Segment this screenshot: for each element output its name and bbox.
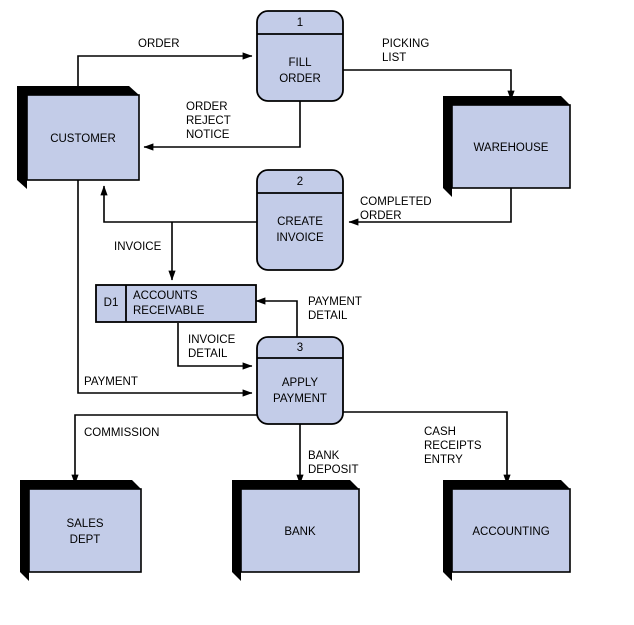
process-3-number: 3 <box>297 342 303 354</box>
flow-label-invoice-detail-line2: DETAIL <box>188 348 228 360</box>
flow-label-bank-deposit-line1: BANK <box>308 450 340 462</box>
data-store-d1-label-line2: RECEIVABLE <box>133 305 205 317</box>
flow-label-reject-line1: ORDER <box>186 101 228 113</box>
flow-label-cash-line1: CASH <box>424 426 456 438</box>
flow-completed-order: COMPLETED ORDER <box>348 188 512 226</box>
flow-label-cash-line2: RECEIPTS <box>424 440 482 452</box>
flow-label-picking-list-line2: LIST <box>382 52 406 64</box>
process-apply-payment[interactable]: 3 APPLY PAYMENT <box>256 336 344 425</box>
process-1-label-line2: ORDER <box>279 73 321 85</box>
flow-invoice: INVOICE <box>100 185 257 281</box>
flow-picking-list: PICKING LIST <box>343 38 515 101</box>
entity-sales-dept-label-line2: DEPT <box>70 534 101 546</box>
flow-label-bank-deposit-line2: DEPOSIT <box>308 464 358 476</box>
flow-order-reject-notice: ORDER REJECT NOTICE <box>143 101 301 151</box>
diagram-canvas: ORDER PICKING LIST ORDER REJECT NOTICE C… <box>0 0 634 625</box>
flow-label-completed-line1: COMPLETED <box>360 196 432 208</box>
entity-accounting-label: ACCOUNTING <box>472 526 549 538</box>
process-2-label-line1: CREATE <box>277 216 323 228</box>
flow-label-picking-list-line1: PICKING <box>382 38 429 50</box>
flow-label-invoice-detail-line1: INVOICE <box>188 334 236 346</box>
process-2-number: 2 <box>297 176 303 188</box>
flow-cash-receipts-entry: CASH RECEIPTS ENTRY <box>343 411 511 485</box>
flow-invoice-detail: INVOICE DETAIL <box>177 323 253 370</box>
flow-label-cash-line3: ENTRY <box>424 454 463 466</box>
entity-sales-dept[interactable]: SALES DEPT <box>20 480 142 581</box>
data-store-d1-label-line1: ACCOUNTS <box>133 290 198 302</box>
flow-label-reject-line3: NOTICE <box>186 129 230 141</box>
flow-label-reject-line2: REJECT <box>186 115 231 127</box>
process-1-number: 1 <box>297 17 303 29</box>
flow-commission: COMMISSION <box>71 414 257 485</box>
data-flow-diagram: ORDER PICKING LIST ORDER REJECT NOTICE C… <box>17 10 571 581</box>
flow-label-commission: COMMISSION <box>84 427 159 439</box>
process-create-invoice[interactable]: 2 CREATE INVOICE <box>256 169 344 271</box>
process-1-label-line1: FILL <box>288 57 312 69</box>
entity-customer[interactable]: CUSTOMER <box>17 86 140 189</box>
data-store-d1-code: D1 <box>104 297 119 309</box>
flow-label-payment-detail-line1: PAYMENT <box>308 296 362 308</box>
data-store-accounts-receivable[interactable]: D1 ACCOUNTS RECEIVABLE <box>95 284 257 323</box>
entity-warehouse[interactable]: WAREHOUSE <box>443 96 571 197</box>
flow-label-invoice: INVOICE <box>114 241 162 253</box>
entity-accounting[interactable]: ACCOUNTING <box>443 480 571 581</box>
flow-label-order: ORDER <box>138 38 180 50</box>
entity-bank-label: BANK <box>284 526 316 538</box>
flow-payment-detail: PAYMENT DETAIL <box>255 296 362 337</box>
entity-customer-label: CUSTOMER <box>50 133 116 145</box>
entity-warehouse-label: WAREHOUSE <box>474 142 549 154</box>
flow-label-payment: PAYMENT <box>84 376 138 388</box>
process-fill-order[interactable]: 1 FILL ORDER <box>256 10 344 102</box>
entity-bank[interactable]: BANK <box>232 480 360 581</box>
flow-label-completed-line2: ORDER <box>360 210 402 222</box>
process-3-label-line1: APPLY <box>282 377 319 389</box>
process-2-label-line2: INVOICE <box>276 232 324 244</box>
flow-label-payment-detail-line2: DETAIL <box>308 310 348 322</box>
process-3-label-line2: PAYMENT <box>273 393 327 405</box>
entity-sales-dept-label-line1: SALES <box>66 518 103 530</box>
flow-bank-deposit: BANK DEPOSIT <box>296 424 358 485</box>
